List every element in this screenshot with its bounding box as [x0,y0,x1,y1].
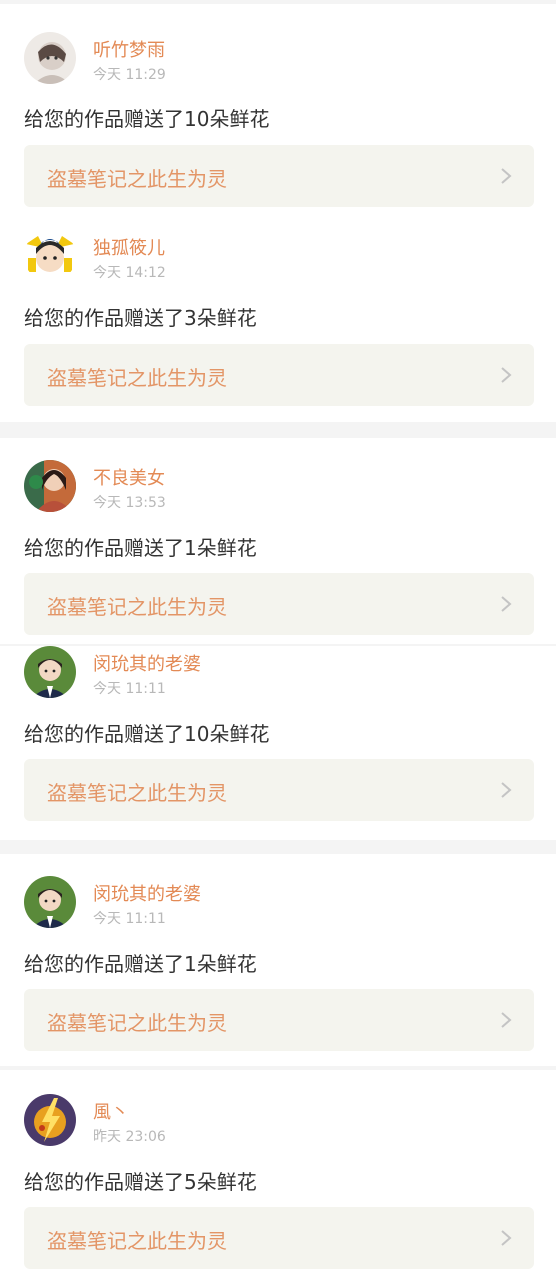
man-avatar-icon[interactable] [24,876,76,928]
chevron-right-icon [500,595,512,613]
username[interactable]: 听竹梦雨 [93,36,165,62]
cartoon-face-avatar-icon[interactable] [24,230,76,282]
gift-message: 给您的作品赠送了10朵鲜花 [24,107,270,131]
work-link[interactable]: 盗墓笔记之此生为灵 [24,145,534,207]
man-avatar-icon[interactable] [24,646,76,698]
notification-card: 不良美女 今天 13:53 给您的作品赠送了1朵鲜花 盗墓笔记之此生为灵 [0,438,556,644]
work-title: 盗墓笔记之此生为灵 [47,167,227,191]
timestamp: 今天 11:11 [93,911,166,927]
chevron-right-icon [500,781,512,799]
anime-girl-avatar-icon[interactable] [24,32,76,84]
timestamp: 今天 11:29 [93,67,166,83]
gift-message: 给您的作品赠送了3朵鲜花 [24,306,257,330]
timestamp: 今天 13:53 [93,495,166,511]
notification-card: 闵玧其的老婆 今天 11:11 给您的作品赠送了1朵鲜花 盗墓笔记之此生为灵 [0,854,556,1066]
gift-message: 给您的作品赠送了10朵鲜花 [24,722,270,746]
chevron-right-icon [500,167,512,185]
chevron-right-icon [500,1229,512,1247]
username[interactable]: 独孤筱儿 [93,234,165,260]
work-title: 盗墓笔记之此生为灵 [47,781,227,805]
flower-gift-feed: 听竹梦雨 今天 11:29 给您的作品赠送了10朵鲜花 盗墓笔记之此生为灵 独孤… [0,0,556,1280]
username[interactable]: 闵玧其的老婆 [93,880,201,906]
gift-message: 给您的作品赠送了1朵鲜花 [24,952,257,976]
notification-card: 風丶 昨天 23:06 给您的作品赠送了5朵鲜花 盗墓笔记之此生为灵 [0,1070,556,1280]
notification-card: 独孤筱儿 今天 14:12 给您的作品赠送了3朵鲜花 盗墓笔记之此生为灵 [0,210,556,422]
username[interactable]: 風丶 [93,1098,129,1124]
work-title: 盗墓笔记之此生为灵 [47,1011,227,1035]
username[interactable]: 不良美女 [93,464,165,490]
chevron-right-icon [500,1011,512,1029]
notification-card: 闵玧其的老婆 今天 11:11 给您的作品赠送了10朵鲜花 盗墓笔记之此生为灵 [0,646,556,840]
work-title: 盗墓笔记之此生为灵 [47,595,227,619]
gift-message: 给您的作品赠送了1朵鲜花 [24,536,257,560]
work-link[interactable]: 盗墓笔记之此生为灵 [24,989,534,1051]
timestamp: 昨天 23:06 [93,1129,166,1145]
work-link[interactable]: 盗墓笔记之此生为灵 [24,573,534,635]
work-link[interactable]: 盗墓笔记之此生为灵 [24,1207,534,1269]
work-link[interactable]: 盗墓笔记之此生为灵 [24,759,534,821]
woman-avatar-icon[interactable] [24,460,76,512]
timestamp: 今天 14:12 [93,265,166,281]
work-link[interactable]: 盗墓笔记之此生为灵 [24,344,534,406]
timestamp: 今天 11:11 [93,681,166,697]
username[interactable]: 闵玧其的老婆 [93,650,201,676]
work-title: 盗墓笔记之此生为灵 [47,1229,227,1253]
lightning-avatar-icon[interactable] [24,1094,76,1146]
chevron-right-icon [500,366,512,384]
work-title: 盗墓笔记之此生为灵 [47,366,227,390]
notification-card: 听竹梦雨 今天 11:29 给您的作品赠送了10朵鲜花 盗墓笔记之此生为灵 [0,4,556,210]
gift-message: 给您的作品赠送了5朵鲜花 [24,1170,257,1194]
